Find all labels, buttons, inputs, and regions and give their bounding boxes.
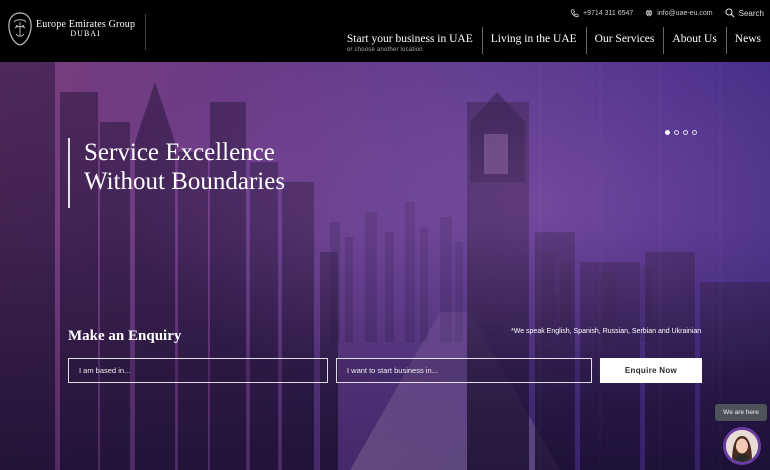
nav-about-us[interactable]: About Us bbox=[663, 27, 725, 54]
slider-dot-4[interactable] bbox=[692, 130, 697, 135]
start-business-input[interactable] bbox=[337, 359, 591, 382]
nav-living-uae[interactable]: Living in the UAE bbox=[481, 27, 586, 54]
search-icon bbox=[725, 8, 735, 18]
hero-banner bbox=[0, 62, 770, 470]
phone-number: +9714 311 6547 bbox=[582, 9, 634, 17]
nav-our-services[interactable]: Our Services bbox=[585, 27, 664, 54]
brand-city: DUBAI bbox=[70, 29, 101, 39]
hero-shade bbox=[0, 62, 770, 470]
site-header: Europe Emirates Group DUBAI +9714 311 65… bbox=[0, 0, 770, 62]
based-in-input[interactable] bbox=[69, 359, 327, 382]
headline-line-1: Service Excellence bbox=[84, 139, 275, 166]
logo-divider bbox=[145, 14, 146, 50]
utility-bar: +9714 311 6547 info@uae-eu.com Search bbox=[558, 8, 764, 18]
search-label: Search bbox=[738, 8, 764, 18]
lion-logo-icon bbox=[8, 12, 32, 46]
chat-bubble[interactable]: We are here bbox=[715, 404, 767, 421]
nav-sublabel: or choose another location bbox=[346, 46, 423, 53]
phone-icon bbox=[570, 8, 579, 17]
globe-icon bbox=[646, 9, 653, 17]
slider-dot-3[interactable] bbox=[683, 130, 688, 135]
nav-label: About Us bbox=[672, 33, 717, 45]
slider-dot-2[interactable] bbox=[674, 130, 679, 135]
email-link[interactable]: info@uae-eu.com bbox=[645, 9, 713, 17]
enquire-now-button[interactable]: Enquire Now bbox=[600, 358, 702, 383]
languages-note: *We speak English, Spanish, Russian, Ser… bbox=[511, 328, 702, 335]
brand-logo[interactable]: Europe Emirates Group DUBAI bbox=[6, 10, 135, 48]
nav-label: Our Services bbox=[594, 33, 655, 45]
nav-label: Living in the UAE bbox=[490, 33, 577, 45]
start-business-field[interactable] bbox=[336, 358, 592, 383]
slider-dots bbox=[665, 130, 701, 135]
nav-start-business[interactable]: Start your business in UAE or choose ano… bbox=[338, 27, 482, 54]
email-address: info@uae-eu.com bbox=[657, 9, 713, 17]
search-button[interactable]: Search bbox=[725, 8, 764, 18]
slider-dot-1[interactable] bbox=[665, 130, 670, 135]
enquiry-title: Make an Enquiry bbox=[68, 328, 182, 344]
nav-label: Start your business in UAE bbox=[346, 33, 473, 45]
based-in-field[interactable] bbox=[68, 358, 328, 383]
chat-agent-avatar[interactable] bbox=[723, 427, 761, 465]
headline-line-2: Without Boundaries bbox=[84, 168, 286, 195]
phone-link[interactable]: +9714 311 6547 bbox=[570, 8, 634, 18]
hero-headline: Service Excellence Without Boundaries bbox=[68, 138, 285, 208]
nav-news[interactable]: News bbox=[725, 27, 770, 54]
nav-label: News bbox=[734, 33, 761, 45]
agent-portrait-icon bbox=[726, 430, 758, 462]
main-nav: Start your business in UAE or choose ano… bbox=[338, 27, 770, 54]
